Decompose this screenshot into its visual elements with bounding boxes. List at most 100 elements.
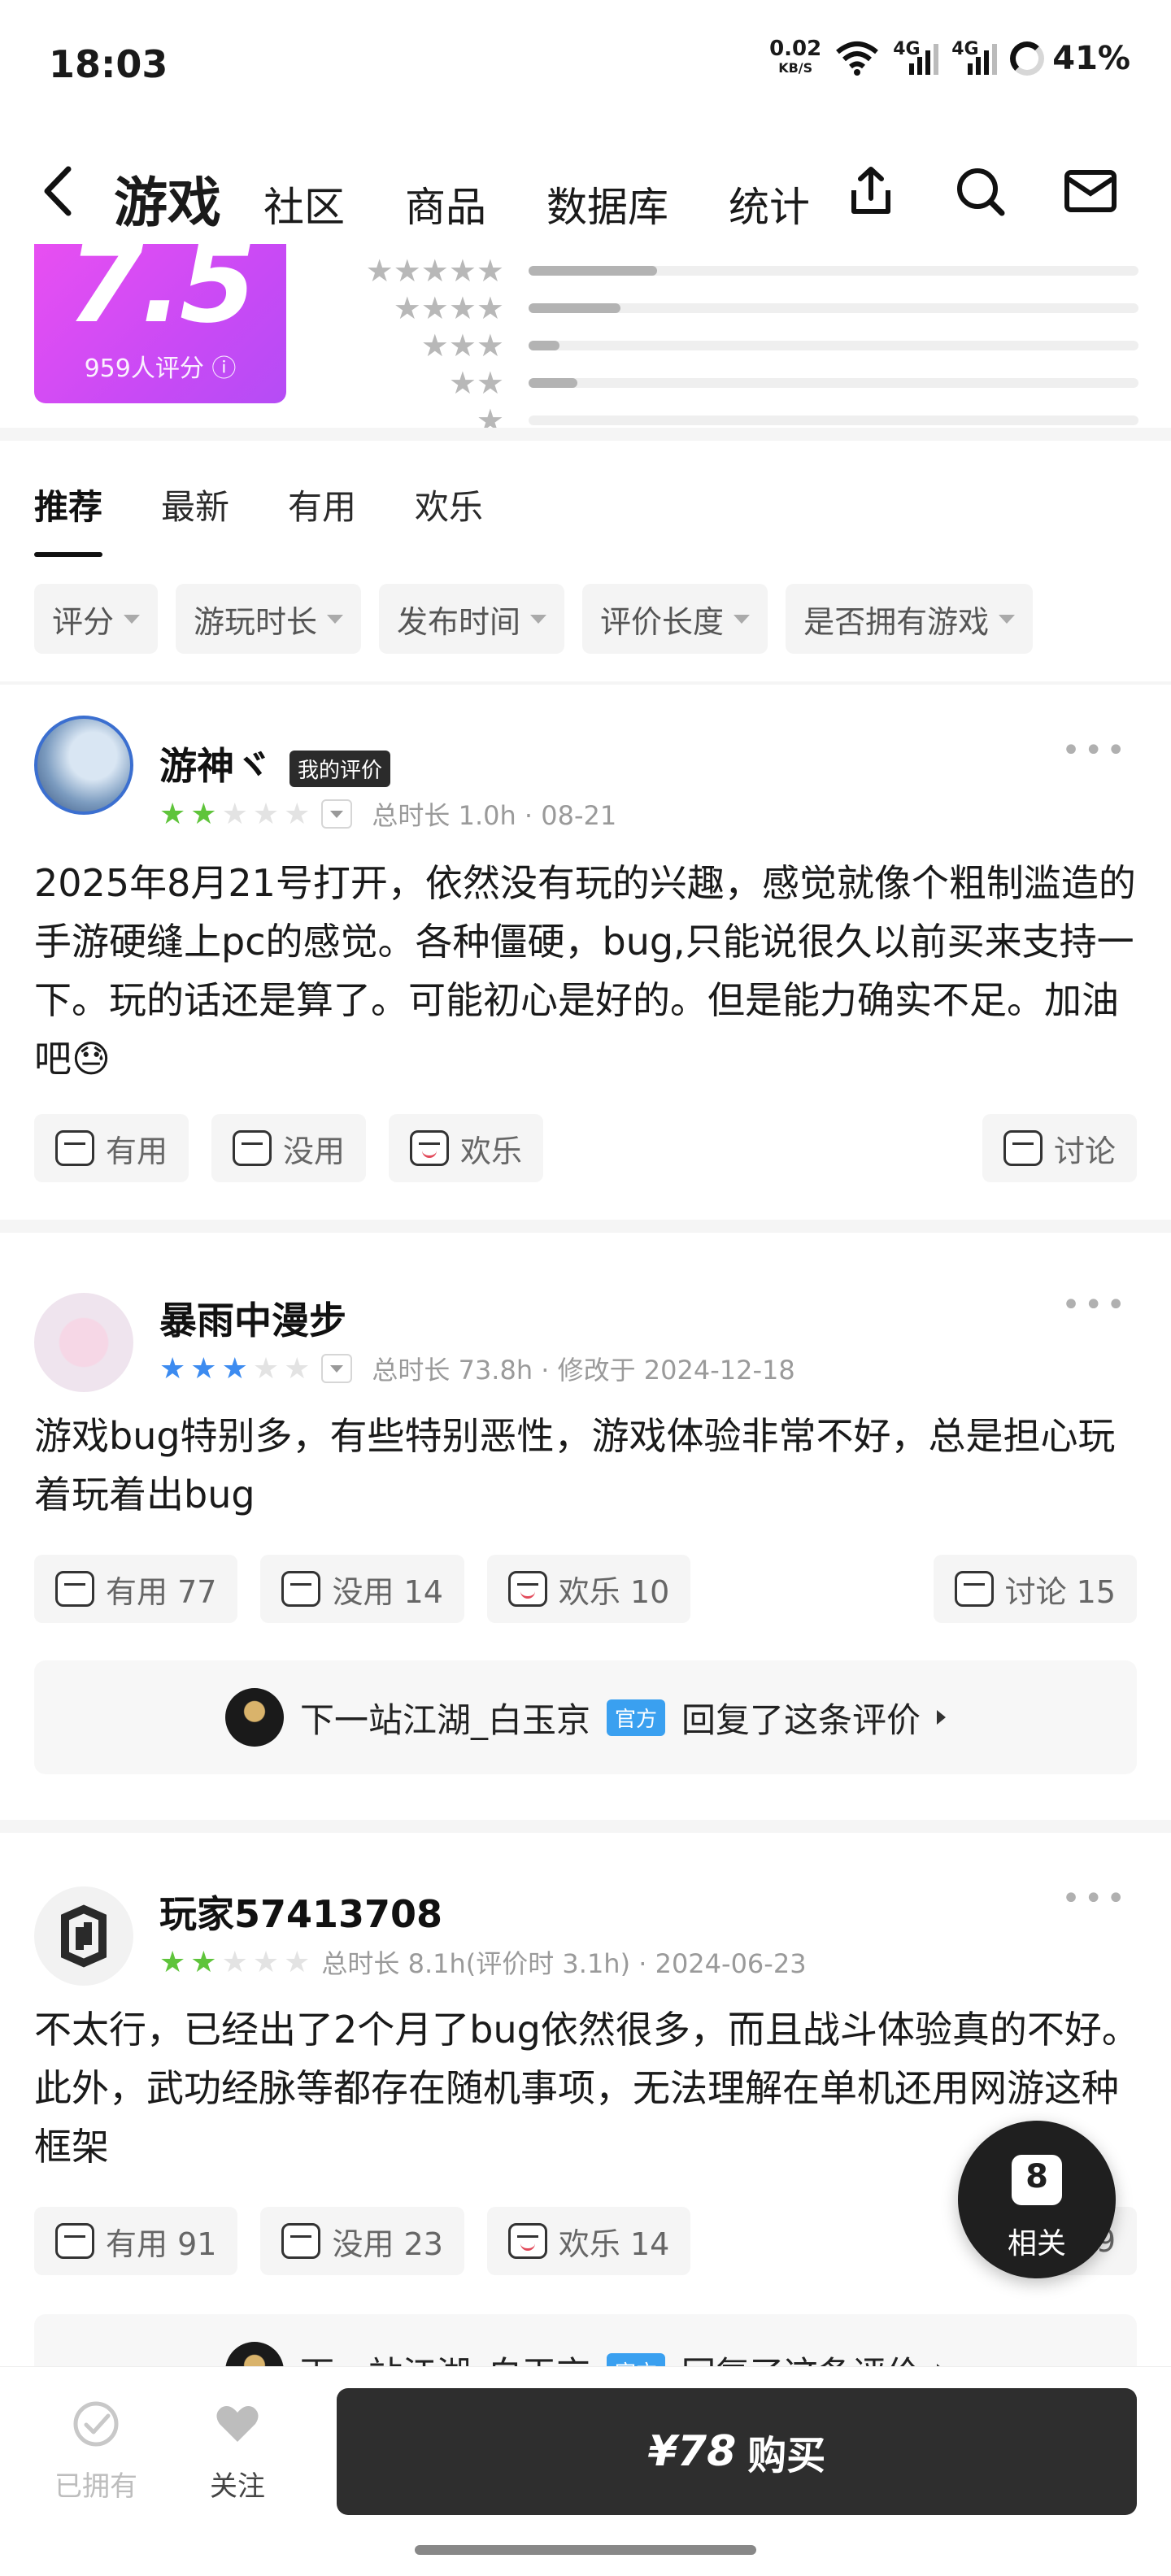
star-icons: ★★★★★ (365, 253, 504, 289)
price: ¥78 (647, 2427, 737, 2476)
useless-button[interactable]: 没用 (211, 1114, 367, 1182)
smile-face-icon (507, 2223, 547, 2259)
related-floating-button[interactable]: 相关 (958, 2121, 1116, 2278)
more-options-icon[interactable]: ••• (1061, 1286, 1129, 1324)
check-circle-icon (73, 2401, 119, 2447)
rating-row-3: ★★★ (342, 327, 1138, 364)
useless-button[interactable]: 没用 23 (260, 2207, 464, 2275)
useless-button[interactable]: 没用 14 (260, 1555, 464, 1623)
mail-icon[interactable] (1062, 163, 1119, 220)
related-label: 相关 (1007, 2227, 1066, 2261)
avatar[interactable] (34, 1293, 133, 1392)
follow-button[interactable]: 关注 (189, 2400, 286, 2504)
review-body[interactable]: 不太行，已经出了2个月了bug依然很多，而且战斗体验真的不好。此外，武功经脉等都… (34, 2000, 1140, 2176)
more-options-icon[interactable]: ••• (1061, 1880, 1129, 1917)
review-body[interactable]: 2025年8月21号打开，依然没有玩的兴趣，感觉就像个粗制滥造的手游硬缝上pc的… (34, 854, 1140, 1088)
review-meta: ★ ★ ★ ★ ★ 总时长 73.8h · 修改于 2024-12-18 (159, 1351, 795, 1386)
chevron-down-icon (530, 614, 547, 624)
home-indicator[interactable] (415, 2545, 756, 2555)
reply-text: 回复了这条评价 (681, 1699, 921, 1740)
discuss-button[interactable]: 讨论 15 (933, 1555, 1137, 1623)
sort-tab-recommended[interactable]: 推荐 (34, 480, 103, 557)
sort-tab-useful[interactable]: 有用 (288, 480, 356, 557)
funny-button[interactable]: 欢乐 14 (486, 2207, 691, 2275)
neutral-face-icon (281, 2223, 321, 2259)
funny-button[interactable]: 欢乐 10 (486, 1555, 691, 1623)
review-stars: ★ ★ ★ ★ ★ (159, 797, 311, 831)
rating-bar (529, 266, 1138, 276)
battery-indicator: 41% (1010, 40, 1130, 77)
top-nav: 游戏 社区 商品 数据库 统计 (0, 130, 1171, 252)
status-icons: 0.02 KB/S 4G 4G 41% (769, 37, 1130, 78)
search-icon[interactable] (951, 163, 1008, 220)
sort-tabs: 推荐 最新 有用 欢乐 (34, 480, 483, 557)
reply-author: 下一站江湖_白玉京 (299, 1699, 590, 1740)
filter-bar: 评分 游玩时长 发布时间 评价长度 是否拥有游戏 (34, 584, 1034, 654)
buy-button[interactable]: ¥78 购买 (337, 2388, 1137, 2515)
discuss-button[interactable]: 讨论 (982, 1114, 1137, 1182)
tab-database[interactable]: 数据库 (546, 175, 668, 233)
rating-score: 7.5 (67, 244, 257, 348)
chevron-right-icon (937, 1710, 947, 1725)
review-meta: ★ ★ ★ ★ ★ 总时长 1.0h · 08-21 (159, 797, 617, 832)
section-divider (0, 428, 1171, 441)
chevron-down-icon (999, 614, 1016, 624)
sort-tab-latest[interactable]: 最新 (161, 480, 229, 557)
chevron-down-icon[interactable] (321, 1354, 353, 1383)
sort-tab-funny[interactable]: 欢乐 (415, 480, 483, 557)
review-stars: ★ ★ ★ ★ ★ (159, 1945, 311, 1979)
logo-icon (61, 1904, 107, 1968)
comment-icon (954, 1571, 994, 1607)
username[interactable]: 暴雨中漫步 (159, 1291, 346, 1345)
review-stars: ★ ★ ★ ★ ★ (159, 1351, 311, 1386)
signal-icon: 4G (951, 39, 998, 78)
filter-playtime[interactable]: 游玩时长 (176, 584, 362, 654)
username[interactable]: 游神ヾ 我的评价 (159, 737, 391, 790)
more-options-icon[interactable]: ••• (1061, 732, 1129, 769)
filter-owns-game[interactable]: 是否拥有游戏 (786, 584, 1034, 654)
filter-review-length[interactable]: 评价长度 (582, 584, 768, 654)
funny-button[interactable]: 欢乐 (389, 1114, 544, 1182)
section-divider (0, 681, 1171, 685)
chevron-down-icon (124, 614, 141, 624)
chevron-down-icon (734, 614, 751, 624)
section-divider (0, 1820, 1171, 1833)
rating-score-card[interactable]: 7.5 959人评分 ⓘ (34, 244, 286, 403)
username[interactable]: 玩家57413708 (159, 1885, 442, 1939)
tab-community[interactable]: 社区 (263, 175, 345, 233)
review-body[interactable]: 游戏bug特别多，有些特别恶性，游戏体验非常不好，总是担心玩着玩着出bug (34, 1407, 1140, 1524)
owned-label: 已拥有 (54, 2470, 137, 2503)
useful-button[interactable]: 有用 (34, 1114, 189, 1182)
filter-rating[interactable]: 评分 (34, 584, 159, 654)
related-icon (1012, 2155, 1062, 2205)
useful-button[interactable]: 有用 91 (34, 2207, 238, 2275)
share-icon[interactable] (842, 163, 899, 220)
owned-button[interactable]: 已拥有 (47, 2400, 145, 2504)
avatar (224, 1688, 284, 1747)
network-speed: 0.02 KB/S (769, 37, 822, 76)
tab-stats[interactable]: 统计 (729, 175, 810, 233)
back-arrow-icon[interactable] (34, 163, 83, 220)
rating-row-4: ★★★★ (342, 289, 1138, 327)
my-review-badge: 我的评价 (289, 751, 391, 787)
star-icons: ★★★ (420, 328, 504, 363)
rating-bar (529, 303, 1138, 313)
chevron-down-icon (327, 614, 344, 624)
official-badge: 官方 (606, 1699, 665, 1736)
filter-publish-time[interactable]: 发布时间 (379, 584, 565, 654)
section-divider (0, 1220, 1171, 1233)
smile-face-icon (410, 1130, 450, 1166)
avatar[interactable] (34, 716, 133, 815)
tab-goods[interactable]: 商品 (405, 175, 486, 233)
chevron-down-icon[interactable] (321, 799, 353, 829)
rating-bar (529, 378, 1138, 388)
status-time: 18:03 (49, 42, 168, 86)
useful-button[interactable]: 有用 77 (34, 1555, 238, 1623)
avatar[interactable] (34, 1886, 133, 1986)
buy-label: 购买 (747, 2433, 826, 2478)
official-reply[interactable]: 下一站江湖_白玉京 官方 回复了这条评价 (34, 1660, 1137, 1774)
rating-row-5: ★★★★★ (342, 252, 1138, 289)
review-actions: 有用 没用 欢乐 讨论 (34, 1114, 1137, 1182)
tab-game[interactable]: 游戏 (114, 159, 221, 237)
neutral-face-icon (281, 1571, 321, 1607)
